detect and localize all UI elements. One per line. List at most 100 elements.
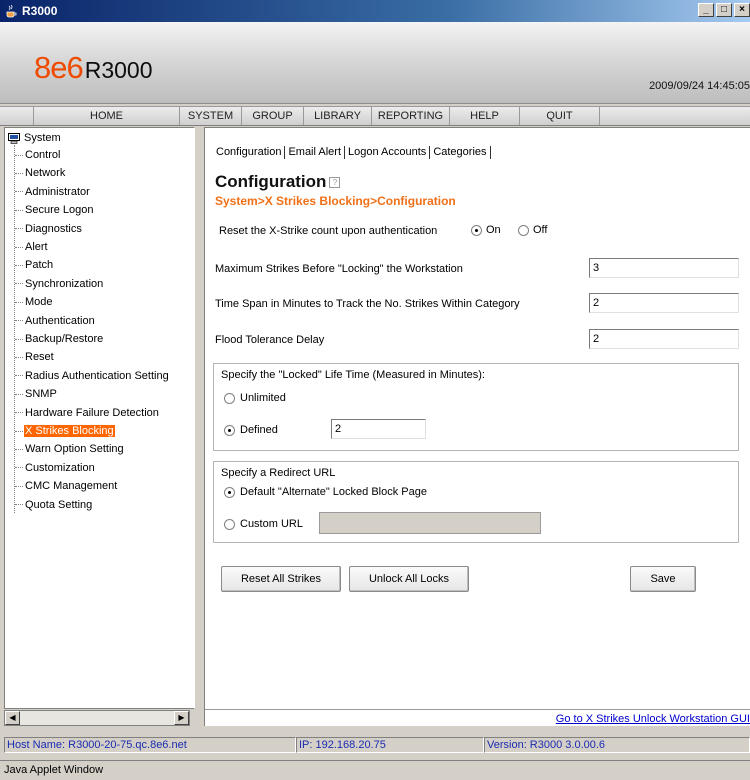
tree-connector-tick — [15, 412, 23, 414]
page-title: Configuration ? — [215, 172, 341, 192]
scroll-right-arrow-icon[interactable]: ▶ — [174, 711, 189, 725]
tree-item-x-strikes-blocking[interactable]: X Strikes Blocking — [15, 423, 115, 439]
config-tabs: Configuration Email Alert Logon Accounts… — [213, 146, 491, 159]
computer-icon — [8, 132, 20, 144]
defined-radio[interactable] — [224, 424, 235, 436]
tree-connector-tick — [15, 283, 23, 285]
tree-item-synchronization[interactable]: Synchronization — [15, 276, 104, 292]
max-strikes-input[interactable]: 3 — [589, 258, 739, 278]
tree-item-backup-restore[interactable]: Backup/Restore — [15, 331, 104, 347]
tree-item-label: Customization — [25, 461, 95, 474]
tree-item-quota-setting[interactable]: Quota Setting — [15, 497, 93, 513]
tab-categories[interactable]: Categories — [430, 146, 491, 159]
redirect-url-label: Specify a Redirect URL — [221, 467, 336, 479]
tree-item-label: Reset — [25, 351, 54, 364]
scroll-left-arrow-icon[interactable]: ◀ — [5, 711, 20, 725]
nav-quit[interactable]: QUIT — [520, 107, 600, 125]
unlimited-radio[interactable] — [224, 392, 235, 404]
nav-help[interactable]: HELP — [450, 107, 520, 125]
custom-url-input[interactable] — [319, 512, 541, 534]
nav-group[interactable]: GROUP — [242, 107, 304, 125]
tree-item-label: Backup/Restore — [25, 333, 104, 345]
custom-url-option[interactable]: Custom URL — [224, 518, 303, 530]
tree-item-label: Mode — [25, 296, 53, 309]
tree-item-reset[interactable]: Reset — [15, 349, 55, 365]
status-version: Version: R3000 3.0.00.6 — [484, 737, 750, 753]
flood-tolerance-label: Flood Tolerance Delay — [215, 334, 325, 346]
tree-item-label: Warn Option Setting — [25, 443, 124, 456]
tree-item-control[interactable]: Control — [15, 147, 61, 163]
tree-connector-tick — [15, 393, 23, 395]
tree-item-label: SNMP — [25, 388, 57, 401]
reset-off-radio[interactable] — [518, 224, 529, 236]
status-host: Host Name: R3000-20-75.qc.8e6.net — [4, 737, 296, 753]
default-page-option[interactable]: Default "Alternate" Locked Block Page — [224, 486, 427, 498]
reset-on-option[interactable]: On — [471, 224, 501, 236]
status-ip: IP: 192.168.20.75 — [296, 737, 484, 753]
datetime: 2009/09/24 14:45:05 — [649, 80, 750, 92]
reset-all-strikes-button[interactable]: Reset All Strikes — [221, 566, 341, 592]
tree-item-diagnostics[interactable]: Diagnostics — [15, 221, 83, 237]
tree-item-mode[interactable]: Mode — [15, 294, 54, 310]
nav-home[interactable]: HOME — [34, 107, 180, 125]
default-page-radio[interactable] — [224, 486, 235, 498]
tab-logon-accounts[interactable]: Logon Accounts — [345, 146, 431, 159]
tree-item-snmp[interactable]: SNMP — [15, 386, 58, 402]
defined-minutes-input[interactable]: 2 — [331, 419, 426, 439]
tree-horizontal-scrollbar[interactable]: ◀ ▶ — [4, 710, 190, 726]
tree-root-system[interactable]: System — [8, 132, 61, 144]
tree-item-network[interactable]: Network — [15, 165, 66, 181]
reset-on-label: On — [486, 224, 501, 236]
nav-library[interactable]: LIBRARY — [304, 107, 372, 125]
system-tree: System Control Network Administrator Secure… — [4, 127, 195, 709]
main-nav: HOME SYSTEM GROUP LIBRARY REPORTING HELP… — [0, 106, 750, 126]
tree-item-cmc-management[interactable]: CMC Management — [15, 478, 118, 494]
unlimited-option[interactable]: Unlimited — [224, 392, 286, 404]
tree-item-label: Administrator — [25, 185, 90, 198]
tree-item-label: CMC Management — [25, 480, 118, 493]
time-span-input[interactable]: 2 — [589, 293, 739, 313]
max-strikes-label: Maximum Strikes Before "Locking" the Wor… — [215, 263, 463, 275]
reset-off-label: Off — [533, 224, 548, 236]
reset-off-option[interactable]: Off — [518, 224, 547, 236]
defined-option[interactable]: Defined — [224, 424, 278, 436]
tree-item-warn-option-setting[interactable]: Warn Option Setting — [15, 441, 125, 457]
close-button[interactable]: × — [734, 3, 750, 17]
tree-connector-tick — [15, 264, 23, 266]
tree-connector-tick — [15, 320, 23, 322]
minimize-button[interactable]: _ — [698, 3, 714, 17]
custom-url-radio[interactable] — [224, 518, 235, 530]
tree-item-radius-authentication-setting[interactable]: Radius Authentication Setting — [15, 368, 170, 384]
tree-connector-tick — [15, 172, 23, 174]
nav-reporting[interactable]: REPORTING — [372, 107, 450, 125]
logo: 8e6R3000 — [34, 50, 153, 86]
help-icon[interactable]: ? — [329, 176, 341, 188]
defined-label: Defined — [240, 424, 278, 436]
unlock-all-locks-button[interactable]: Unlock All Locks — [349, 566, 469, 592]
tree-item-secure-logon[interactable]: Secure Logon — [15, 202, 95, 218]
save-button[interactable]: Save — [630, 566, 696, 592]
tree-item-administrator[interactable]: Administrator — [15, 184, 91, 200]
tab-email-alert[interactable]: Email Alert — [285, 146, 346, 159]
window-titlebar: R3000 _ □ × — [0, 0, 750, 22]
restore-button[interactable]: □ — [716, 3, 732, 17]
tree-item-alert[interactable]: Alert — [15, 239, 49, 255]
tree-item-authentication[interactable]: Authentication — [15, 313, 96, 329]
nav-system[interactable]: SYSTEM — [180, 107, 242, 125]
tree-item-label: Authentication — [25, 314, 95, 327]
tree-item-label: X Strikes Blocking — [24, 425, 115, 437]
custom-url-label: Custom URL — [240, 518, 303, 530]
unlock-workstation-link[interactable]: Go to X Strikes Unlock Workstation GUI — [556, 713, 750, 725]
tab-configuration[interactable]: Configuration — [213, 146, 286, 159]
default-page-label: Default "Alternate" Locked Block Page — [240, 486, 427, 498]
logo-product: R3000 — [84, 57, 153, 83]
locked-lifetime-label: Specify the "Locked" Life Time (Measured… — [221, 369, 485, 381]
flood-tolerance-input[interactable]: 2 — [589, 329, 739, 349]
tree-item-customization[interactable]: Customization — [15, 460, 96, 476]
tree-root-label: System — [24, 132, 61, 144]
tree-item-hardware-failure-detection[interactable]: Hardware Failure Detection — [15, 405, 160, 421]
tree-connector-tick — [15, 467, 23, 469]
reset-on-radio[interactable] — [471, 224, 482, 236]
tree-item-label: Patch — [25, 259, 54, 272]
tree-item-patch[interactable]: Patch — [15, 257, 54, 273]
